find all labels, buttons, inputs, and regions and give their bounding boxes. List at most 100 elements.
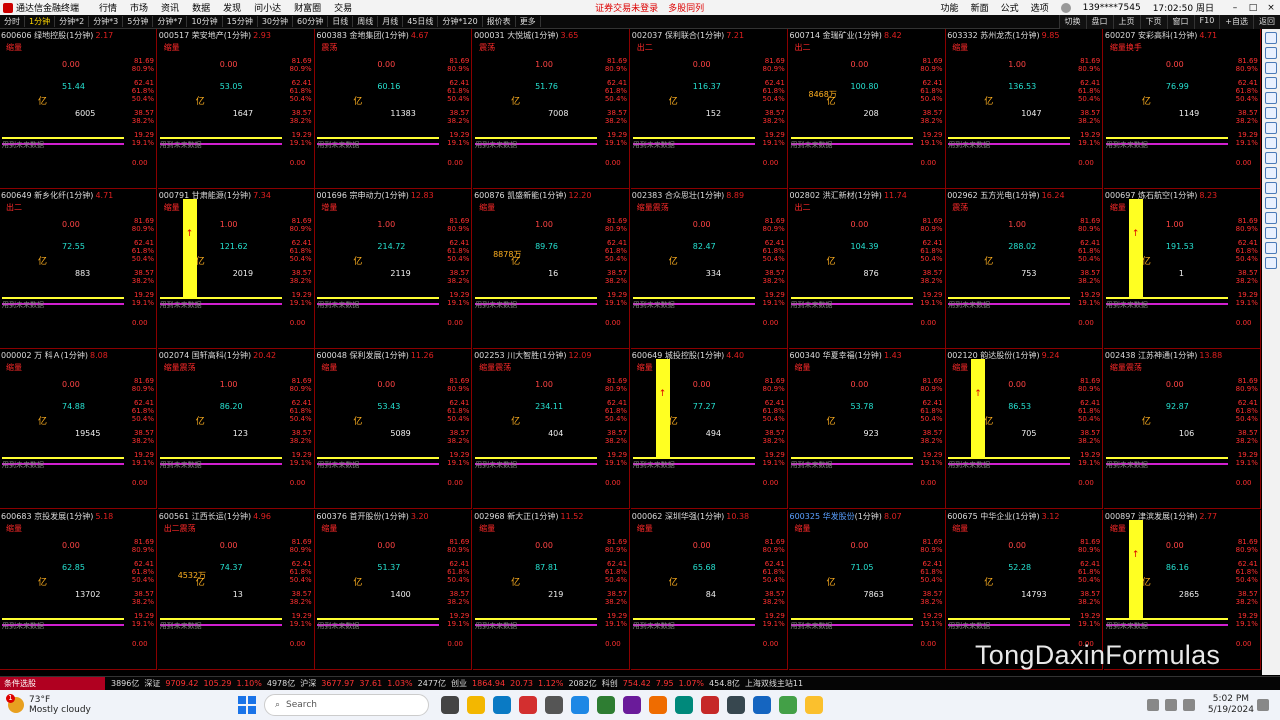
- toolbar-button[interactable]: 窗口: [1166, 15, 1194, 29]
- menu-quotes[interactable]: 行情: [99, 1, 117, 14]
- period-tab[interactable]: 60分钟: [293, 16, 329, 27]
- panel-header[interactable]: 600340 华夏幸福(1分钟) 1.43: [790, 350, 902, 361]
- side-tool-icon[interactable]: [1265, 107, 1277, 119]
- panel-header[interactable]: 600376 首开股份(1分钟) 3.20: [316, 511, 428, 522]
- panel-header[interactable]: 600714 金瑞矿业(1分钟) 8.42: [790, 30, 902, 41]
- period-tab[interactable]: 月线: [378, 16, 404, 27]
- panel-header[interactable]: 600683 京投发展(1分钟) 5.18: [1, 511, 113, 522]
- side-tool-icon[interactable]: [1265, 32, 1277, 44]
- panel-header[interactable]: 600649 新乡化纤(1分钟) 4.71: [1, 190, 113, 201]
- side-tool-icon[interactable]: [1265, 242, 1277, 254]
- side-tool-icon[interactable]: [1265, 62, 1277, 74]
- panel-header[interactable]: 600606 绿地控股(1分钟) 2.17: [1, 30, 113, 41]
- side-tool-icon[interactable]: [1265, 122, 1277, 134]
- period-tab[interactable]: 1分钟: [25, 16, 56, 27]
- stock-panel[interactable]: 000697 炼石航空(1分钟) 8.23 缩量 1.00 191.53 亿 1 81.69 8…: [1103, 189, 1261, 350]
- period-tab[interactable]: 更多: [516, 16, 541, 27]
- close-icon[interactable]: ×: [1262, 3, 1280, 13]
- side-tool-icon[interactable]: [1265, 197, 1277, 209]
- stock-panel[interactable]: 002074 国轩高科(1分钟) 20.42 缩量震荡 1.00 86.20 亿 123 81…: [157, 349, 315, 510]
- app-icon-dark[interactable]: [727, 696, 745, 714]
- start-button[interactable]: [238, 696, 256, 714]
- toolbar-button[interactable]: 下页: [1139, 15, 1167, 29]
- app-icon-teal[interactable]: [675, 696, 693, 714]
- stock-panel[interactable]: 600376 首开股份(1分钟) 3.20 缩量 0.00 51.37 亿 1400 81.6…: [315, 509, 473, 670]
- menu-new-page[interactable]: 新面: [971, 1, 989, 14]
- stock-panel[interactable]: 000062 深圳华强(1分钟) 10.38 缩量 0.00 65.68 亿 84 81.69…: [630, 509, 788, 670]
- panel-header[interactable]: 000517 荣安地产(1分钟) 2.93: [159, 30, 271, 41]
- panel-header[interactable]: 600561 江西长运(1分钟) 4.96: [159, 511, 271, 522]
- period-tab[interactable]: 分钟*120: [438, 16, 483, 27]
- menu-formula[interactable]: 公式: [1001, 1, 1019, 14]
- stock-panel[interactable]: 001696 宗申动力(1分钟) 12.83 增量 1.00 214.72 亿 2119 81…: [315, 189, 473, 350]
- panel-header[interactable]: 603332 苏州龙杰(1分钟) 9.85: [947, 30, 1059, 41]
- stock-panel[interactable]: 000031 大悦城(1分钟) 3.65 震荡 1.00 51.76 亿 7008 81.69…: [473, 29, 631, 189]
- panel-header[interactable]: 600325 华发股份(1分钟) 8.07: [790, 511, 902, 522]
- menu-trade[interactable]: 交易: [334, 1, 352, 14]
- stock-panel[interactable]: 000517 荣安地产(1分钟) 2.93 缩量 0.00 53.05 亿 1647 81.6…: [157, 29, 315, 189]
- app-icon-gray[interactable]: [545, 696, 563, 714]
- period-tab[interactable]: 报价表: [483, 16, 516, 27]
- menu-options[interactable]: 选项: [1031, 1, 1049, 14]
- app-icon-orange[interactable]: [649, 696, 667, 714]
- weather-widget[interactable]: 1 73°F Mostly cloudy: [6, 694, 208, 715]
- wifi-icon[interactable]: [1164, 699, 1177, 711]
- toolbar-button[interactable]: 上页: [1112, 15, 1140, 29]
- taskview-icon[interactable]: [441, 696, 459, 714]
- stock-panel[interactable]: 600606 绿地控股(1分钟) 2.17 缩量 0.00 51.44 亿 6005 81.6…: [0, 29, 157, 189]
- stock-panel[interactable]: 002802 洪汇新材(1分钟) 11.74 出二 0.00 104.39 亿 876 81.…: [788, 189, 946, 350]
- stock-panel[interactable]: 000791 甘肃能源(1分钟) 7.34 缩量 1.00 121.62 亿 2019 81.…: [157, 189, 315, 350]
- panel-header[interactable]: 000897 津滨发展(1分钟) 2.77: [1105, 511, 1217, 522]
- panel-header[interactable]: 002968 新大正(1分钟) 11.52: [474, 511, 583, 522]
- stock-panel[interactable]: 600876 凯盛新能(1分钟) 12.20 缩量 1.00 89.76 亿 16 81.69…: [473, 189, 631, 350]
- stock-panel[interactable]: 600207 安彩高科(1分钟) 4.71 缩量换手 0.00 76.99 亿 1149 81…: [1103, 29, 1261, 189]
- panel-header[interactable]: 002037 保利联合(1分钟) 7.21: [632, 30, 744, 41]
- menu-data[interactable]: 数据: [192, 1, 210, 14]
- side-tool-icon[interactable]: [1265, 137, 1277, 149]
- panel-header[interactable]: 002253 川大智胜(1分钟) 12.09: [474, 350, 591, 361]
- side-tool-icon[interactable]: [1265, 257, 1277, 269]
- menu-discover[interactable]: 发现: [223, 1, 241, 14]
- panel-header[interactable]: 002120 韵达股份(1分钟) 9.24: [947, 350, 1059, 361]
- period-tab[interactable]: 分钟*7: [153, 16, 188, 27]
- side-tool-icon[interactable]: [1265, 47, 1277, 59]
- system-clock[interactable]: 5:02 PM 5/19/2024: [1208, 694, 1254, 716]
- stock-panel[interactable]: 600683 京投发展(1分钟) 5.18 缩量 0.00 62.85 亿 13702 81.…: [0, 509, 157, 670]
- app-icon-green[interactable]: [597, 696, 615, 714]
- app-icon-yellow[interactable]: [805, 696, 823, 714]
- toolbar-button[interactable]: +自选: [1219, 15, 1253, 29]
- account-id[interactable]: 139****7545: [1083, 3, 1141, 13]
- side-tool-icon[interactable]: [1265, 182, 1277, 194]
- panel-header[interactable]: 600383 金地集团(1分钟) 4.67: [316, 30, 428, 41]
- menu-news[interactable]: 资讯: [161, 1, 179, 14]
- stock-panel[interactable]: 000002 万 科Ａ(1分钟) 8.08 缩量 0.00 74.88 亿 19545 81.…: [0, 349, 157, 510]
- stock-panel[interactable]: 002253 川大智胜(1分钟) 12.09 缩量震荡 1.00 234.11 亿 404 8…: [473, 349, 631, 510]
- panel-header[interactable]: 000031 大悦城(1分钟) 3.65: [474, 30, 578, 41]
- notification-icon[interactable]: [1257, 699, 1269, 711]
- stock-panel[interactable]: 600340 华夏幸福(1分钟) 1.43 缩量 0.00 53.78 亿 923 81.69…: [788, 349, 946, 510]
- period-tab[interactable]: 分钟*3: [89, 16, 124, 27]
- panel-header[interactable]: 002074 国轩高科(1分钟) 20.42: [159, 350, 276, 361]
- side-tool-icon[interactable]: [1265, 212, 1277, 224]
- stock-panel[interactable]: 600325 华发股份(1分钟) 8.07 缩量 0.00 71.05 亿 7863 81.6…: [788, 509, 946, 670]
- file-explorer-icon[interactable]: [467, 696, 485, 714]
- panel-header[interactable]: 002438 江苏神通(1分钟) 13.88: [1105, 350, 1222, 361]
- period-tab[interactable]: 日线: [328, 16, 354, 27]
- app-icon-purple[interactable]: [623, 696, 641, 714]
- panel-header[interactable]: 002962 五方光电(1分钟) 16.24: [947, 190, 1064, 201]
- panel-header[interactable]: 002802 洪汇新材(1分钟) 11.74: [790, 190, 907, 201]
- user-avatar[interactable]: [1060, 2, 1071, 13]
- chevron-up-icon[interactable]: [1146, 699, 1159, 711]
- app-icon-blue[interactable]: [571, 696, 589, 714]
- tdx-icon[interactable]: [701, 696, 719, 714]
- stock-panel[interactable]: 002037 保利联合(1分钟) 7.21 出二 0.00 116.37 亿 152 81.6…: [630, 29, 788, 189]
- period-tab[interactable]: 15分钟: [223, 16, 258, 27]
- panel-header[interactable]: 000697 炼石航空(1分钟) 8.23: [1105, 190, 1217, 201]
- panel-header[interactable]: 600649 城投控股(1分钟) 4.40: [632, 350, 744, 361]
- minimize-icon[interactable]: –: [1226, 3, 1244, 13]
- stock-panel[interactable]: 600561 江西长运(1分钟) 4.96 出二震荡 0.00 74.37 亿 13 81.6…: [157, 509, 315, 670]
- edge-icon[interactable]: [493, 696, 511, 714]
- stock-panel[interactable]: 002438 江苏神通(1分钟) 13.88 缩量震荡 0.00 92.87 亿 106 81…: [1103, 349, 1261, 510]
- side-tool-icon[interactable]: [1265, 92, 1277, 104]
- panel-header[interactable]: 002383 合众思壮(1分钟) 8.89: [632, 190, 744, 201]
